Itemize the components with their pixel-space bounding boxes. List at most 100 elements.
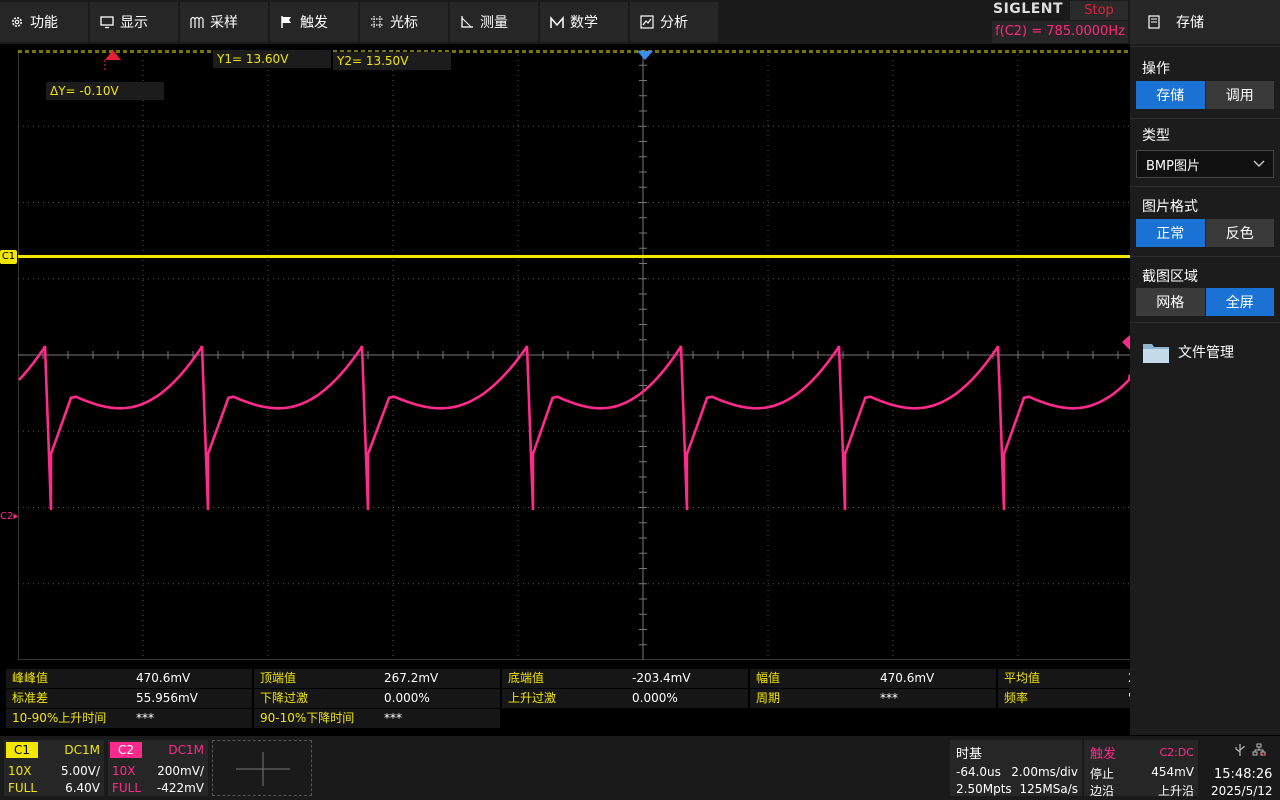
file-section: [1130, 322, 1280, 323]
menu-measure-button[interactable]: 测量: [450, 2, 538, 42]
measurement-value: 0.000%: [384, 691, 430, 705]
measurement-row: 标准差 55.956mV 下降过激 0.000% 上升过激 0.000% 周期 *** 频率 ': [6, 688, 1130, 708]
folder-icon: [1143, 344, 1169, 363]
panel-header: 存储: [1130, 0, 1280, 44]
usb-icon: [1235, 744, 1245, 756]
add-channel-button[interactable]: [212, 740, 312, 796]
save-icon: [1148, 15, 1160, 29]
cursor-y1-readout: Y1= 13.60V: [213, 50, 331, 68]
ch2-offset-marker[interactable]: C2▸: [0, 510, 18, 524]
trigger-type: 边沿: [1090, 784, 1115, 798]
menu-analyze-label: 分析: [660, 15, 688, 31]
monitor-icon: [100, 16, 114, 29]
frequency-counter-readout: f(C2) = 785.0000Hz: [992, 21, 1128, 43]
memory-depth: 2.50Mpts: [956, 782, 1012, 796]
network-icon: [1252, 743, 1266, 757]
top-menu-bar: 功能 显示 采样 触发 光标 测量 数学 分析: [0, 0, 1130, 44]
trigger-position-marker[interactable]: [637, 51, 653, 60]
measurement-name: 幅值: [756, 671, 781, 685]
ch1-scale: 5.00V/: [61, 764, 100, 778]
plus-icon: [236, 752, 290, 786]
operation-section: 操作 存储 调用: [1130, 46, 1280, 118]
gear-icon: [12, 17, 22, 27]
recall-option-button[interactable]: 调用: [1205, 81, 1274, 109]
timebase-box[interactable]: 时基 -64.0us 2.00ms/div 2.50Mpts 125MSa/s: [950, 740, 1082, 796]
menu-measure-label: 测量: [480, 15, 508, 31]
trigger-source: C2:DC: [1159, 746, 1194, 759]
region-grid-button[interactable]: 网格: [1136, 288, 1205, 316]
measurement-value: -203.4mV: [632, 671, 691, 685]
ch1-probe: 10X: [8, 764, 32, 778]
format-normal-button[interactable]: 正常: [1136, 219, 1205, 247]
measurement-name: 频率: [1004, 691, 1029, 705]
operation-title: 操作: [1142, 61, 1170, 77]
region-toggle: 网格 全屏: [1136, 288, 1274, 316]
timebase-title: 时基: [956, 747, 983, 762]
sample-rate: 125MSa/s: [1019, 782, 1078, 796]
format-invert-button[interactable]: 反色: [1205, 219, 1274, 247]
timebase-delay: -64.0us: [956, 765, 1001, 779]
menu-cursor-label: 光标: [390, 15, 418, 31]
measurement-name: 峰峰值: [12, 671, 49, 685]
menu-math-button[interactable]: 数学: [540, 2, 628, 42]
measurement-name: 下降过激: [260, 691, 309, 705]
ch1-coupling: DC1M: [64, 743, 100, 757]
menu-analyze-button[interactable]: 分析: [630, 2, 718, 42]
measurement-name: 标准差: [12, 691, 49, 705]
operation-toggle: 存储 调用: [1136, 81, 1274, 109]
brand-status-area: SIGLENT Stop f(C2) = 785.0000Hz: [990, 0, 1130, 44]
measurement-value: 2: [1122, 668, 1130, 688]
flag-icon: [281, 16, 291, 28]
brand-logo: SIGLENT: [993, 1, 1064, 17]
ch1-settings-box[interactable]: C1 DC1M 10X 5.00V/ FULL 6.40V: [4, 740, 104, 796]
menu-math-label: 数学: [570, 15, 598, 31]
trigger-slope: 上升沿: [1157, 784, 1194, 798]
region-fullscreen-button[interactable]: 全屏: [1205, 288, 1274, 316]
ch2-trace: [18, 345, 1130, 511]
ch1-tag: C1: [6, 742, 38, 758]
run-stop-status[interactable]: Stop: [1070, 1, 1128, 20]
menu-trigger-button[interactable]: 触发: [270, 2, 358, 42]
measurement-value: 470.6mV: [880, 671, 935, 685]
ch2-settings-box[interactable]: C2 DC1M 10X 200mV/ FULL -422mV: [108, 740, 208, 796]
clock-time: 15:48:26: [1214, 767, 1273, 782]
ch2-marker-label: C2: [0, 511, 14, 522]
cursor-y2-readout: Y2= 13.50V: [333, 52, 451, 70]
measurement-value: ***: [384, 711, 402, 725]
cursor-delta-readout: ΔY= -0.10V: [46, 82, 164, 100]
file-type-value: BMP图片: [1146, 158, 1200, 174]
measurement-name: 上升过激: [508, 691, 557, 705]
measurement-name: 顶端值: [260, 671, 297, 685]
measurement-value: ': [1122, 688, 1130, 708]
file-type-select[interactable]: BMP图片: [1136, 150, 1274, 178]
menu-utility-label: 功能: [30, 15, 58, 31]
trigger-level: 454mV: [1151, 765, 1194, 779]
menu-utility-button[interactable]: 功能: [0, 2, 88, 42]
measurement-value: 0.000%: [632, 691, 678, 705]
trigger-title: 触发: [1090, 747, 1117, 762]
measurement-value: ***: [136, 711, 154, 725]
trigger-mode: 停止: [1090, 767, 1115, 781]
menu-acquire-button[interactable]: 采样: [180, 2, 268, 42]
file-manager-button[interactable]: 文件管理: [1142, 340, 1234, 364]
format-toggle: 正常 反色: [1136, 219, 1274, 247]
measurement-row: 10-90%上升时间 *** 90-10%下降时间 ***: [6, 708, 1130, 728]
menu-display-label: 显示: [120, 15, 148, 31]
trigger-box[interactable]: 触发 C2:DC 停止 454mV 边沿 上升沿: [1084, 740, 1198, 798]
analyze-icon: [640, 15, 654, 29]
save-option-button[interactable]: 存储: [1136, 81, 1205, 109]
ch1-bandwidth: FULL: [8, 781, 38, 795]
ch1-offset-marker[interactable]: C1: [0, 250, 17, 264]
menu-cursor-button[interactable]: 光标: [360, 2, 448, 42]
region-section: 截图区域 网格 全屏: [1130, 256, 1280, 322]
ch2-probe: 10X: [112, 764, 136, 778]
waveform-grid[interactable]: [18, 50, 1130, 660]
file-manager-label: 文件管理: [1178, 345, 1234, 361]
menu-trigger-label: 触发: [300, 15, 328, 31]
measurement-name: 底端值: [508, 671, 545, 685]
menu-display-button[interactable]: 显示: [90, 2, 178, 42]
clock-box: 15:48:26 2025/5/12: [1200, 740, 1280, 798]
trigger-level-marker[interactable]: [1122, 335, 1130, 350]
chevron-down-icon: [1253, 160, 1265, 167]
ch2-bandwidth: FULL: [112, 781, 142, 795]
